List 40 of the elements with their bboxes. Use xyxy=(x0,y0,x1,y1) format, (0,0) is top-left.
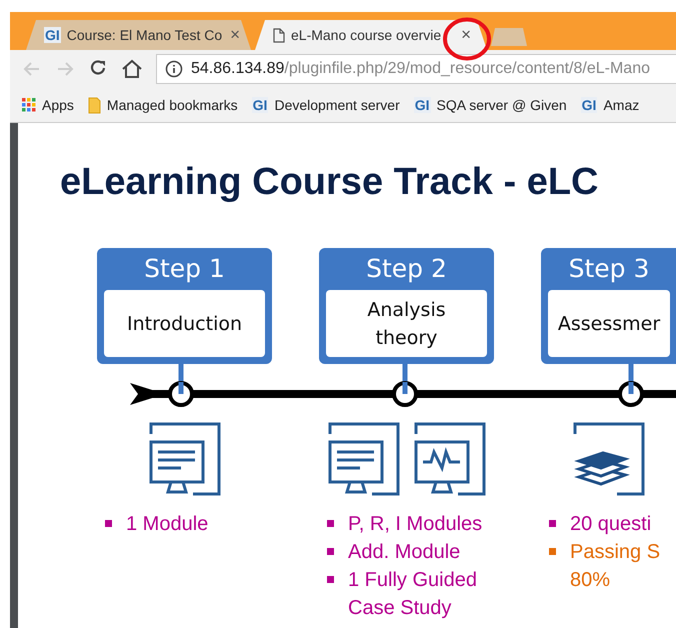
site-favicon-icon: GI xyxy=(580,97,598,113)
site-favicon-icon: GI xyxy=(252,97,268,113)
address-field[interactable]: 54.86.134.89/pluginfile.php/29/mod_resource/content/8/eL-Mano xyxy=(156,54,676,84)
site-favicon-icon: GI xyxy=(414,97,431,113)
bullet-item: 20 questi xyxy=(549,510,676,538)
books-icon xyxy=(573,422,645,496)
step-label: Introduction xyxy=(104,290,265,357)
bookmark[interactable]: GI Amaz xyxy=(580,97,640,113)
home-icon[interactable] xyxy=(121,59,143,79)
bookmark[interactable]: GI Development server xyxy=(252,97,400,113)
page-icon xyxy=(273,28,285,42)
browser-tab[interactable]: eL-Mano course overvie × xyxy=(255,20,487,50)
bookmark[interactable]: GI SQA server @ Given xyxy=(414,97,567,113)
step-heading: Step 3 xyxy=(568,253,650,285)
apps-grid-icon xyxy=(22,98,36,112)
step-heading: Step 2 xyxy=(365,253,448,285)
step-label: Assessmer xyxy=(548,290,670,357)
bullet-item: Add. Module xyxy=(327,538,494,566)
close-tab-button[interactable]: × xyxy=(228,25,242,45)
step-label: Analysis theory xyxy=(326,290,487,357)
bookmark[interactable]: Apps xyxy=(22,97,74,113)
url-text: 54.86.134.89/pluginfile.php/29/mod_resource/content/8/eL-Mano xyxy=(191,60,650,78)
folder-icon xyxy=(88,96,101,114)
site-favicon-icon: GI xyxy=(44,27,61,43)
info-icon[interactable] xyxy=(165,60,183,78)
bullet-item: 1 Fully Guided Case Study xyxy=(327,566,494,622)
bookmark[interactable]: Managed bookmarks xyxy=(88,96,238,114)
step-heading: Step 1 xyxy=(143,253,226,285)
tab-title: Course: El Mano Test Co xyxy=(66,27,222,43)
monitor-document-icon xyxy=(328,422,400,496)
tab-title: eL-Mano course overvie xyxy=(291,27,442,43)
monitor-chart-icon xyxy=(414,422,486,496)
bullet-item: P, R, I Modules xyxy=(327,510,494,538)
annotation-circle xyxy=(442,16,492,62)
bullet-item: 1 Module xyxy=(105,510,272,538)
close-tab-button[interactable]: × xyxy=(459,25,473,45)
browser-tab[interactable]: GI Course: El Mano Test Co × xyxy=(26,20,251,50)
document-title: eLearning Course Track - eLC xyxy=(60,161,600,204)
monitor-document-icon xyxy=(148,422,220,496)
bullet-item: Passing S 80% xyxy=(549,538,676,594)
